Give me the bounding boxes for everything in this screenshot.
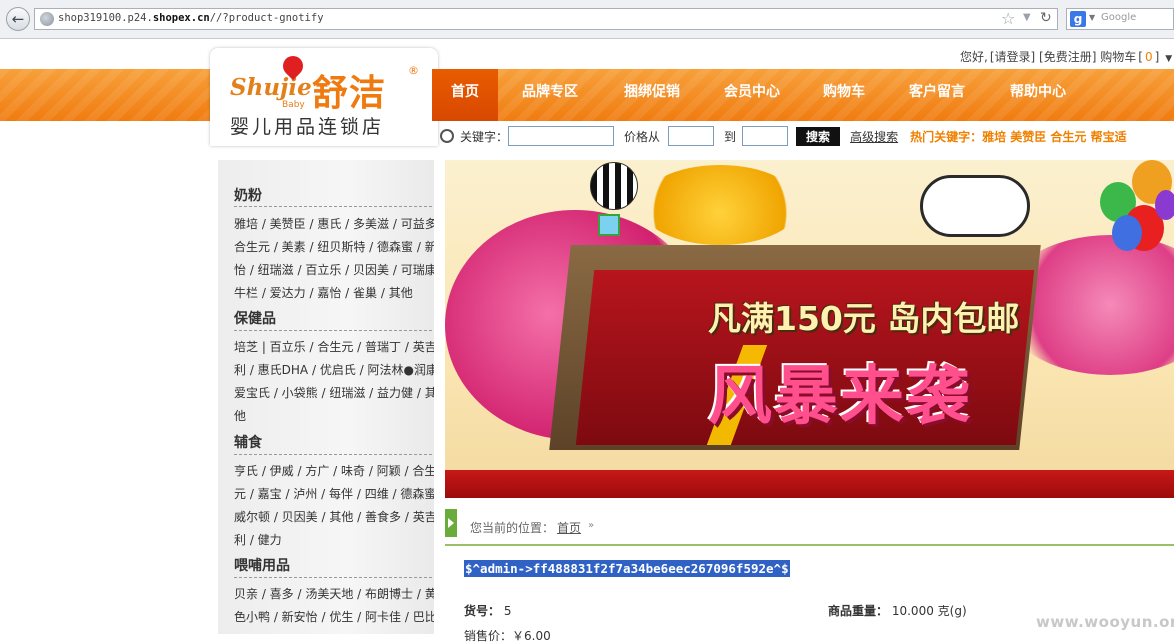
browser-search-placeholder: Google bbox=[1101, 12, 1137, 23]
category-links[interactable]: 利 / 健力 bbox=[234, 532, 434, 548]
keyword-label: 关键字： bbox=[460, 129, 509, 144]
url-text: shop319100.p24.shopex.cn//?product-gnoti… bbox=[58, 12, 324, 24]
price-to-label: 到 bbox=[724, 129, 737, 144]
category-links[interactable]: 他 bbox=[234, 408, 434, 424]
category-title[interactable]: 保健品 bbox=[234, 308, 276, 328]
category-links[interactable]: 亨氏 / 伊威 / 方广 / 味奇 / 阿颖 / 合生 bbox=[234, 463, 434, 479]
price-from-label: 价格从 bbox=[624, 129, 661, 144]
striped-balloon-icon bbox=[590, 162, 638, 210]
banner-slogan: 风暴来袭 bbox=[708, 360, 972, 434]
category-links[interactable]: 雅培 / 美赞臣 / 惠氏 / 多美滋 / 可益多 / bbox=[234, 216, 434, 232]
product-sku: 货号： 5 bbox=[464, 604, 512, 618]
category-links[interactable]: 合生元 / 美素 / 纽贝斯特 / 德森蜜 / 新 bbox=[234, 239, 434, 255]
user-bar: 您好, [请登录] [免费注册] 购物车[0] ▼ bbox=[960, 50, 1173, 64]
category-links[interactable]: 色小鸭 / 新安怡 / 优生 / 阿卡佳 / 巴比 bbox=[234, 609, 434, 625]
category-title[interactable]: 奶粉 bbox=[234, 185, 262, 205]
divider bbox=[234, 330, 432, 331]
reload-icon[interactable]: ↻ bbox=[1040, 10, 1052, 26]
breadcrumb-label: 您当前的位置： bbox=[470, 521, 555, 535]
register-link[interactable]: [免费注册] bbox=[1039, 50, 1096, 64]
search-row: 关键字： 价格从 到 搜索 高级搜索 热门关键字：雅培 美赞臣 合生元 帮宝适 bbox=[440, 124, 1127, 148]
login-link[interactable]: [请登录] bbox=[990, 50, 1035, 64]
back-arrow-icon[interactable]: ← bbox=[6, 7, 30, 31]
logo-baby: Baby bbox=[282, 100, 305, 110]
registered-mark: ® bbox=[408, 64, 419, 77]
nav-brands[interactable]: 品牌专区 bbox=[498, 69, 602, 121]
category-links[interactable]: 利 / 惠氏DHA / 优启氏 / 阿法林●润康 / bbox=[234, 362, 434, 378]
divider bbox=[234, 577, 432, 578]
cart-count: 0 bbox=[1144, 50, 1153, 64]
category-links[interactable]: 威尔顿 / 贝因美 / 其他 / 善食多 / 英吉 bbox=[234, 509, 434, 525]
keyword-input[interactable] bbox=[508, 126, 615, 146]
ribbon-bow-icon bbox=[640, 165, 800, 245]
product-title: $^admin->ff488831f2f7a34be6eec267096f592… bbox=[464, 560, 790, 577]
search-button[interactable]: 搜索 bbox=[796, 126, 841, 146]
nav-bundles[interactable]: 捆绑促销 bbox=[602, 69, 702, 121]
nav-home[interactable]: 首页 bbox=[432, 69, 498, 121]
globe-icon bbox=[40, 12, 54, 26]
category-links[interactable]: 牛栏 / 爱达力 / 嘉怡 / 雀巢 / 其他 bbox=[234, 285, 434, 301]
nav-messages[interactable]: 客户留言 bbox=[886, 69, 988, 121]
category-title[interactable]: 喂哺用品 bbox=[234, 555, 290, 575]
product-weight: 商品重量： 10.000 克(g) bbox=[828, 604, 967, 618]
category-links[interactable]: 元 / 嘉宝 / 泸州 / 每伴 / 四维 / 德森蜜 / bbox=[234, 486, 434, 502]
category-links[interactable]: 爱宝氏 / 小袋熊 / 纽瑞滋 / 益力健 / 其 bbox=[234, 385, 434, 401]
breadcrumb-arrow-icon bbox=[445, 509, 457, 537]
breadcrumb-home-link[interactable]: 首页 bbox=[557, 519, 581, 536]
cart-link[interactable]: 购物车[0] bbox=[1100, 50, 1161, 64]
main-nav: 首页 品牌专区 捆绑促销 会员中心 购物车 客户留言 帮助中心 bbox=[432, 69, 1088, 121]
product-price: 销售价：￥6.00 bbox=[464, 629, 551, 643]
category-title[interactable]: 辅食 bbox=[234, 432, 262, 452]
divider bbox=[445, 544, 1174, 546]
category-links[interactable]: 贝亲 / 喜多 / 汤美天地 / 布朗博士 / 黄 bbox=[234, 586, 434, 602]
banner-headline: 凡满150元 岛内包邮 bbox=[708, 299, 1020, 338]
google-icon[interactable]: g bbox=[1070, 11, 1086, 27]
logo-tagline: 婴儿用品连锁店 bbox=[230, 116, 385, 138]
breadcrumb-separator: » bbox=[588, 520, 595, 531]
category-links[interactable]: 培芝 | 百立乐 / 合生元 / 普瑞丁 / 英吉 bbox=[234, 339, 434, 355]
bookmark-star-icon[interactable]: ☆ bbox=[1001, 9, 1015, 28]
logo-chinese: 舒洁 bbox=[312, 73, 387, 114]
price-to-input[interactable] bbox=[742, 126, 789, 146]
balloon-icon bbox=[1155, 190, 1174, 220]
small-gift-icon bbox=[598, 214, 620, 236]
nav-member[interactable]: 会员中心 bbox=[702, 69, 802, 121]
history-dropdown-icon[interactable]: ▼ bbox=[1023, 12, 1031, 23]
hot-keywords[interactable]: 热门关键字：雅培 美赞臣 合生元 帮宝适 bbox=[910, 128, 1127, 145]
radio-icon[interactable] bbox=[440, 129, 454, 143]
nav-cart[interactable]: 购物车 bbox=[802, 69, 886, 121]
banner-floor bbox=[445, 470, 1174, 498]
category-links[interactable]: 怡 / 纽瑞滋 / 百立乐 / 贝因美 / 可瑞康 / bbox=[234, 262, 434, 278]
cloud-icon bbox=[920, 175, 1030, 237]
divider bbox=[234, 454, 432, 455]
greeting: 您好, bbox=[960, 50, 988, 64]
price-from-input[interactable] bbox=[668, 126, 715, 146]
search-engine-dropdown-icon[interactable]: ▼ bbox=[1089, 13, 1095, 22]
advanced-search-link[interactable]: 高级搜索 bbox=[850, 128, 898, 145]
nav-help[interactable]: 帮助中心 bbox=[988, 69, 1088, 121]
logo-wordmark: Shujie bbox=[230, 74, 312, 101]
divider bbox=[234, 206, 432, 207]
watermark: www.wooyun.org bbox=[1036, 613, 1174, 631]
balloon-icon bbox=[1112, 215, 1142, 251]
